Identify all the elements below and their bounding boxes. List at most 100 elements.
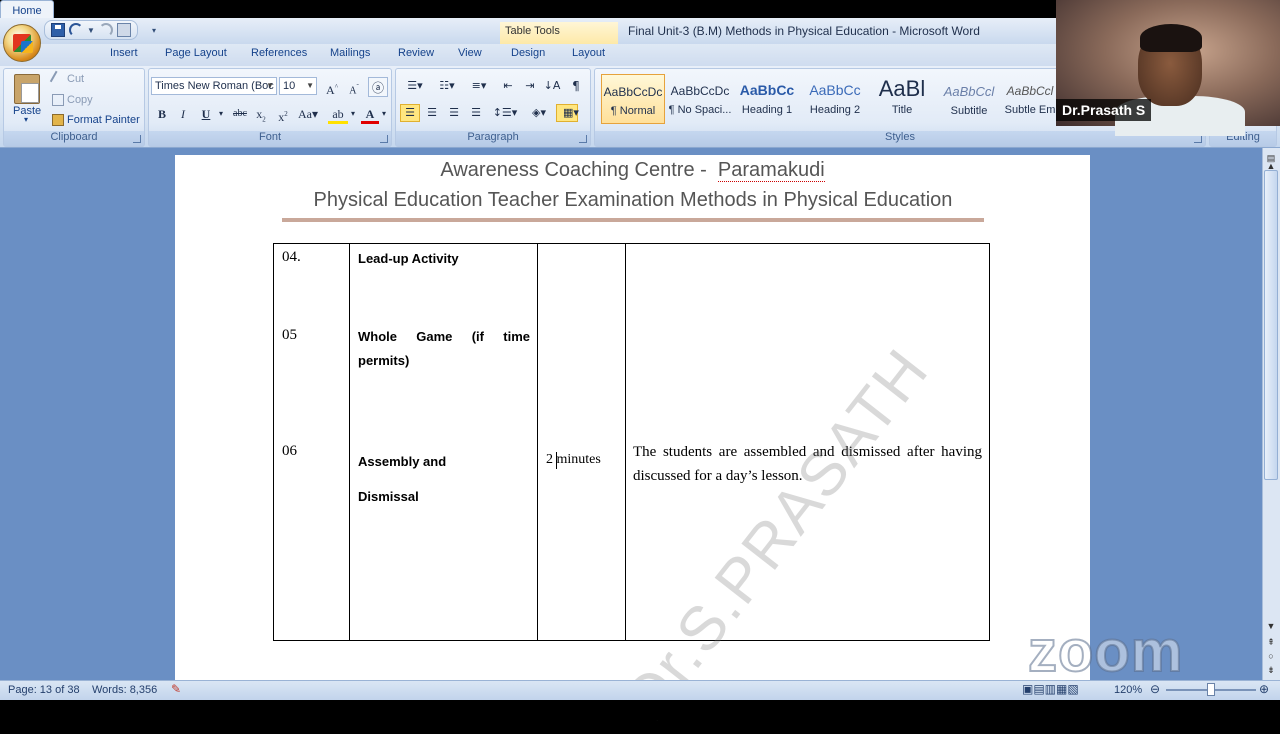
row-activity-line1: Whole Game (if time: [358, 329, 530, 344]
style-subtle-emphasis[interactable]: AaBbCcl Subtle Em: [1004, 74, 1056, 124]
row-number: 06: [282, 443, 297, 459]
proofing-icon[interactable]: ✎: [171, 682, 181, 696]
paste-icon[interactable]: [14, 74, 40, 104]
styles-launcher-icon[interactable]: [1194, 135, 1202, 143]
font-name-value: Times New Roman (Boc: [155, 80, 274, 92]
bold-icon[interactable]: B: [153, 104, 171, 124]
style-heading-1[interactable]: AaBbCc Heading 1: [735, 74, 799, 124]
zoom-logo: zoom: [1027, 618, 1184, 685]
page-count[interactable]: Page: 13 of 38: [8, 684, 80, 696]
underline-icon[interactable]: U: [196, 104, 216, 124]
grow-font-icon[interactable]: A^: [322, 77, 342, 97]
change-case-icon[interactable]: Aa▾: [296, 104, 320, 124]
style-no-spacing[interactable]: AaBbCcDc ¶ No Spaci...: [668, 74, 732, 124]
tab-insert[interactable]: Insert: [110, 47, 138, 59]
chevron-down-icon: ▼: [266, 81, 274, 90]
style-title[interactable]: AaBl Title: [870, 74, 934, 124]
style-normal[interactable]: AaBbCcDc ¶ Normal: [601, 74, 665, 124]
line-spacing-icon[interactable]: ↕☰▾: [490, 103, 520, 123]
scrollbar-thumb[interactable]: [1264, 170, 1278, 480]
increase-indent-icon[interactable]: ⇥: [520, 76, 540, 96]
font-color-dropdown-icon[interactable]: ▾: [379, 104, 389, 124]
tab-references[interactable]: References: [251, 47, 307, 59]
highlight-dropdown-icon[interactable]: ▾: [348, 104, 358, 124]
row-time: 2 minutes: [546, 452, 601, 467]
tab-page-layout[interactable]: Page Layout: [165, 47, 227, 59]
row-number: 04.: [282, 249, 301, 265]
zoom-level[interactable]: 120%: [1114, 684, 1142, 696]
clear-formatting-icon[interactable]: ⓐ: [368, 77, 388, 97]
word-count[interactable]: Words: 8,356: [92, 684, 157, 696]
quick-access-toolbar: ▼: [44, 20, 138, 40]
strikethrough-icon[interactable]: abc: [229, 104, 251, 124]
tab-layout[interactable]: Layout: [572, 47, 605, 59]
align-left-icon[interactable]: ☰: [400, 103, 420, 123]
header-centre-name: Awareness Coaching Centre -: [440, 159, 707, 181]
style-subtitle[interactable]: AaBbCcl Subtitle: [937, 74, 1001, 124]
zoom-in-icon[interactable]: ⊕: [1259, 682, 1269, 696]
style-sample: AaBbCcl: [1006, 84, 1054, 98]
font-color-icon[interactable]: A: [361, 104, 379, 124]
save-icon[interactable]: [51, 23, 65, 37]
font-launcher-icon[interactable]: [380, 135, 388, 143]
decrease-indent-icon[interactable]: ⇤: [498, 76, 518, 96]
next-page-icon[interactable]: ⇟: [1265, 664, 1277, 676]
undo-icon[interactable]: [69, 23, 83, 37]
presenter-name-label: Dr.Prasath S: [1056, 99, 1152, 121]
font-name-combo[interactable]: Times New Roman (Boc ▼: [151, 77, 277, 95]
previous-page-icon[interactable]: ⇞: [1265, 636, 1277, 648]
subscript-icon[interactable]: x2: [252, 104, 270, 124]
tab-mailings[interactable]: Mailings: [330, 47, 370, 59]
copy-icon: [52, 94, 64, 106]
clipboard-launcher-icon[interactable]: [133, 135, 141, 143]
copy-button[interactable]: Copy: [67, 94, 93, 106]
styles-group-label: Styles: [595, 131, 1205, 146]
style-sample: AaBbCcl: [943, 84, 995, 99]
tab-view[interactable]: View: [458, 47, 482, 59]
tab-design[interactable]: Design: [511, 47, 545, 59]
style-heading-2[interactable]: AaBbCc Heading 2: [803, 74, 867, 124]
underline-dropdown-icon[interactable]: ▾: [216, 104, 226, 124]
borders-icon[interactable]: ▦▾: [556, 103, 586, 123]
italic-icon[interactable]: I: [174, 104, 192, 124]
shrink-font-icon[interactable]: Aˇ: [344, 77, 364, 97]
zoom-slider-knob[interactable]: [1207, 683, 1215, 696]
customize-qat-icon[interactable]: ▾: [152, 26, 156, 35]
tab-review[interactable]: Review: [398, 47, 434, 59]
style-name: ¶ No Spaci...: [668, 104, 732, 116]
shading-icon[interactable]: ◈▾: [524, 103, 554, 123]
letterbox-bottom: [0, 700, 1280, 720]
office-button[interactable]: [3, 24, 41, 62]
format-painter-button[interactable]: Format Painter: [67, 114, 140, 126]
cut-button[interactable]: Cut: [67, 73, 84, 85]
bullets-icon[interactable]: ☰▾: [400, 76, 430, 96]
scroll-down-icon[interactable]: ▼: [1265, 620, 1277, 632]
style-sample: AaBbCcDc: [670, 84, 730, 98]
redo-icon[interactable]: [98, 23, 113, 37]
highlight-icon[interactable]: ab: [328, 104, 348, 124]
paragraph-group-label: Paragraph: [396, 131, 590, 146]
sort-icon[interactable]: ↓A: [542, 76, 562, 96]
clipboard-group-label: Clipboard: [4, 131, 144, 146]
multilevel-list-icon[interactable]: ≡▾: [464, 76, 494, 96]
font-size-combo[interactable]: 10 ▼: [279, 77, 317, 95]
paste-dropdown-icon[interactable]: ▾: [24, 115, 28, 124]
paragraph-launcher-icon[interactable]: [579, 135, 587, 143]
justify-icon[interactable]: ☰: [466, 103, 486, 123]
undo-dropdown-icon[interactable]: ▼: [87, 26, 95, 35]
print-icon[interactable]: [116, 23, 131, 37]
numbering-icon[interactable]: ☷▾: [432, 76, 462, 96]
browse-object-icon[interactable]: ○: [1265, 650, 1277, 662]
align-center-icon[interactable]: ☰: [422, 103, 442, 123]
align-right-icon[interactable]: ☰: [444, 103, 464, 123]
text-cursor: [556, 452, 557, 469]
column-divider: [537, 244, 538, 640]
superscript-icon[interactable]: x2: [274, 104, 292, 124]
header-place: Paramakudi: [717, 159, 825, 182]
show-formatting-icon[interactable]: ¶: [566, 76, 586, 96]
style-name: Title: [891, 104, 913, 116]
style-name: Heading 2: [809, 104, 861, 116]
column-divider: [625, 244, 626, 640]
column-divider: [349, 244, 350, 640]
row-number: 05: [282, 327, 297, 343]
